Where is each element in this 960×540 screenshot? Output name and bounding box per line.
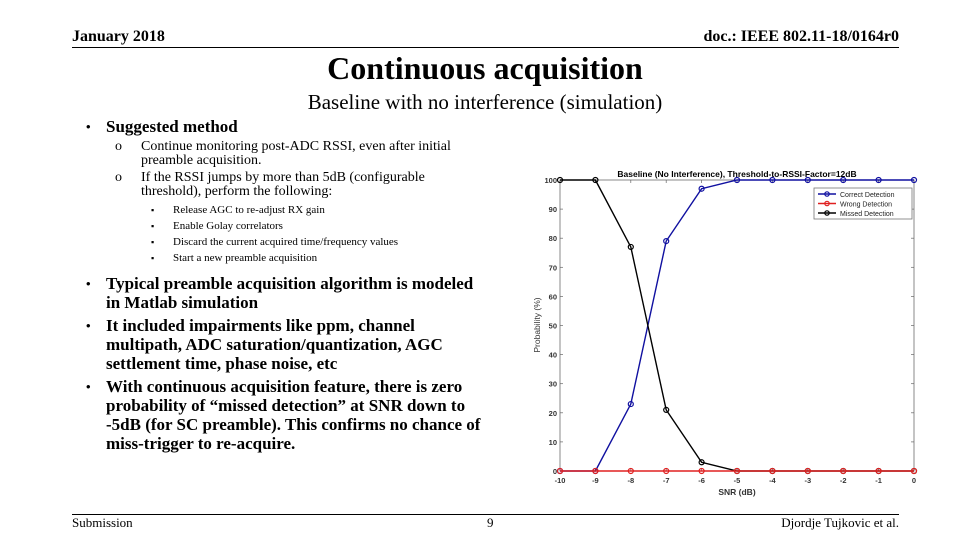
y-tick-label: 20 — [549, 409, 557, 418]
footer-submission: Submission — [72, 515, 133, 530]
y-tick-label: 80 — [549, 234, 557, 243]
y-tick-label: 100 — [544, 176, 557, 185]
x-tick-label: -7 — [663, 476, 670, 485]
x-tick-label: -1 — [875, 476, 882, 485]
y-tick-label: 70 — [549, 263, 557, 272]
y-axis-label: Probability (%) — [532, 297, 542, 352]
footer-divider — [72, 514, 899, 515]
x-tick-label: -5 — [734, 476, 741, 485]
footer-author: Djordje Tujkovic et al. — [781, 515, 899, 530]
chart-legend: Correct Detection Wrong Detection Missed D… — [813, 187, 913, 220]
footer-page-number: 9 — [487, 515, 494, 530]
missed-detection-legend-label: Missed Detection — [840, 211, 894, 218]
y-tick-label: 50 — [549, 322, 557, 331]
x-tick-label: -9 — [592, 476, 599, 485]
x-tick-label: -3 — [804, 476, 811, 485]
probability-chart: -10 -9 -8 -7 -6 -5 -4 -3 -2 -1 0010203040506070809… — [532, 169, 918, 497]
y-tick-label: 60 — [549, 292, 557, 301]
x-tick-label: -6 — [698, 476, 705, 485]
x-tick-label: 0 — [912, 476, 916, 485]
plot-area — [559, 179, 915, 472]
x-tick-label: -4 — [769, 476, 776, 485]
y-tick-label: 90 — [549, 205, 557, 214]
x-tick-label: -10 — [555, 476, 566, 485]
wrong-detection-legend-label: Wrong Detection — [840, 202, 892, 209]
chart-title: Baseline (No Interference), Threshold-to… — [617, 169, 856, 179]
y-tick-label: 30 — [549, 380, 557, 389]
correct-detection-legend-label: Correct Detection — [840, 192, 895, 199]
y-tick-label: 40 — [549, 351, 557, 360]
x-tick-label: -2 — [840, 476, 847, 485]
x-axis-label: SNR (dB) — [718, 487, 755, 497]
y-tick-label: 10 — [549, 438, 557, 447]
y-tick-label: 0 — [553, 467, 557, 476]
x-tick-label: -8 — [627, 476, 634, 485]
